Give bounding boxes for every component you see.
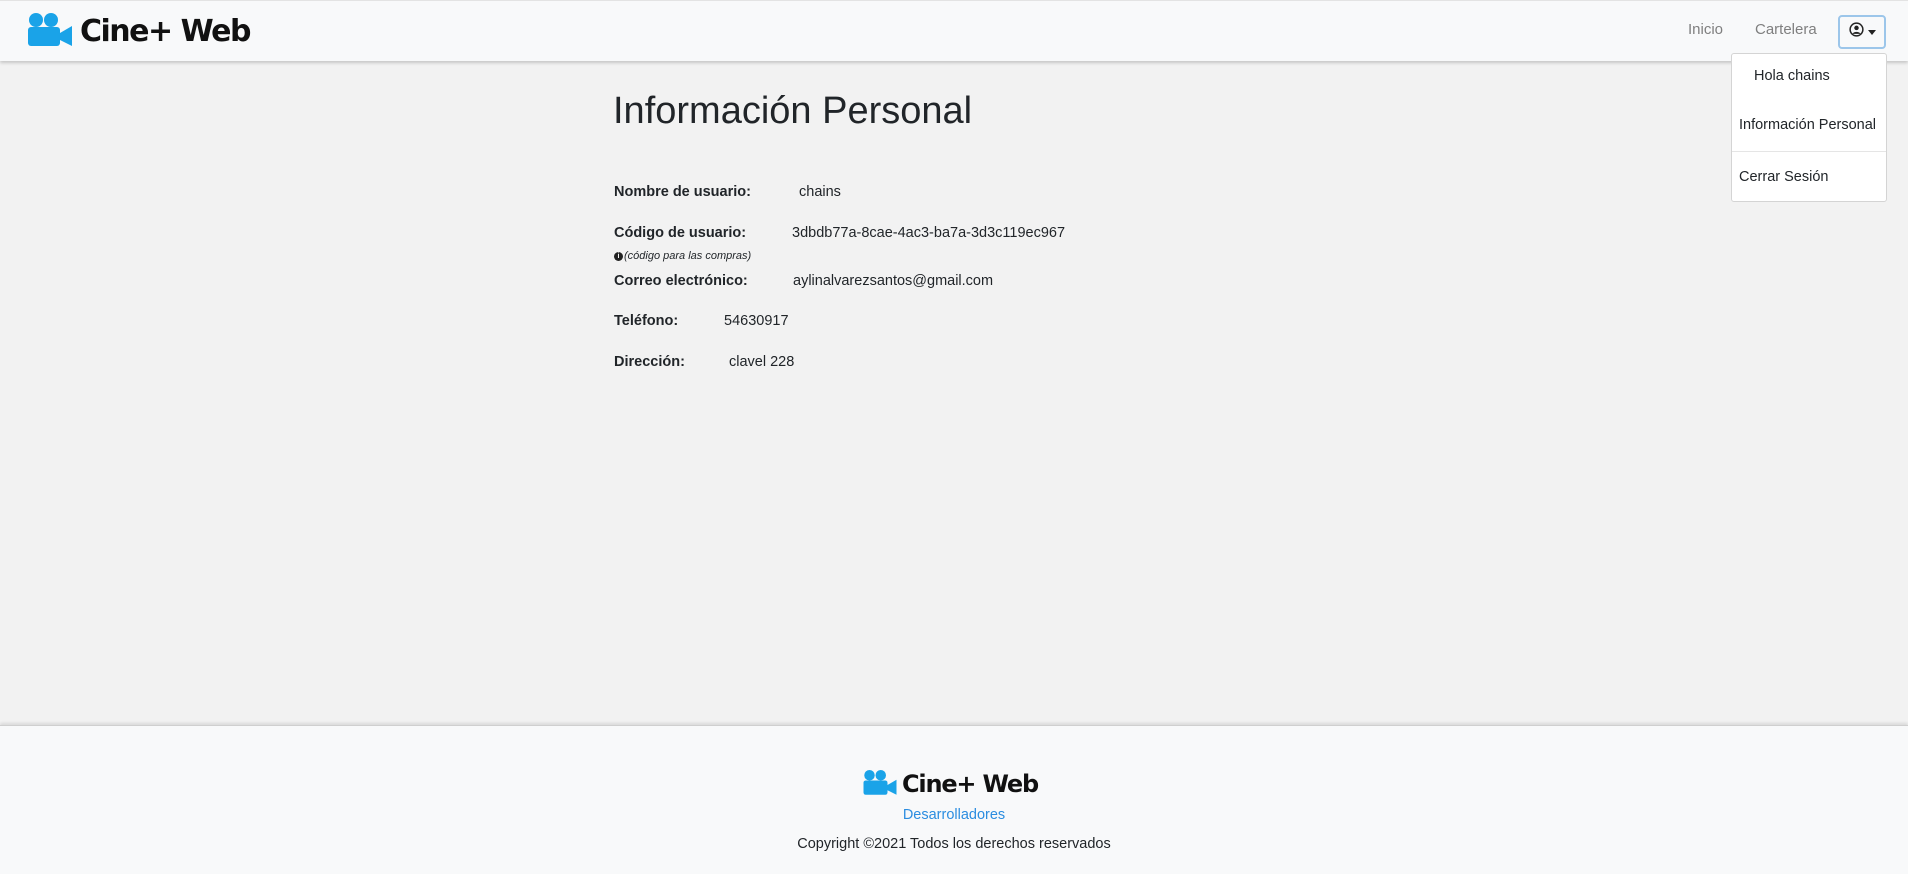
info-circle-icon: i [614,251,623,261]
username-label: Nombre de usuario: [614,184,751,200]
nav-link-cartelera[interactable]: Cartelera [1755,21,1817,38]
caret-down-icon [1867,29,1876,35]
video-camera-icon [862,769,898,800]
brand-logo-link[interactable]: Cine+ Web [26,12,251,51]
user-circle-icon [1848,22,1864,42]
user-menu-toggle[interactable] [1838,15,1886,49]
user-code-label: Código de usuario: [614,225,747,241]
dropdown-greeting: Hola chains [1754,68,1830,84]
email-label: Correo electrónico: [614,273,748,289]
footer: Cine+ Web Desarrolladores Copyright ©202… [0,725,1908,874]
nav-link-inicio[interactable]: Inicio [1688,21,1723,38]
copyright-text: Copyright ©2021 Todos los derechos reser… [797,836,1111,852]
dropdown-item-logout[interactable]: Cerrar Sesión [1739,169,1828,185]
phone-label: Teléfono: [614,313,679,329]
email-value: aylinalvarezsantos@gmail.com [793,273,994,289]
brand-name: Cine+ Web [80,13,251,49]
address-value: clavel 228 [729,354,795,370]
user-dropdown-menu: Hola chains Información Personal Cerrar … [1731,53,1887,202]
dropdown-item-personal-info[interactable]: Información Personal [1739,117,1876,133]
page-title: Información Personal [613,90,973,132]
dropdown-divider [1732,151,1886,152]
username-value: chains [799,184,841,200]
developers-link[interactable]: Desarrolladores [0,807,1908,823]
footer-brand-name: Cine+ Web [902,770,1039,798]
user-code-value: 3dbdb77a-8cae-4ac3-ba7a-3d3c119ec967 [792,225,1066,241]
footer-brand-logo: Cine+ Web [862,769,1039,800]
user-code-hint: i (código para las compras) [614,250,751,262]
user-code-hint-text: (código para las compras) [624,250,752,262]
video-camera-icon [26,12,74,51]
phone-value: 54630917 [724,313,789,329]
address-label: Dirección: [614,354,685,370]
navbar: Cine+ Web Inicio Cartelera [0,0,1908,61]
